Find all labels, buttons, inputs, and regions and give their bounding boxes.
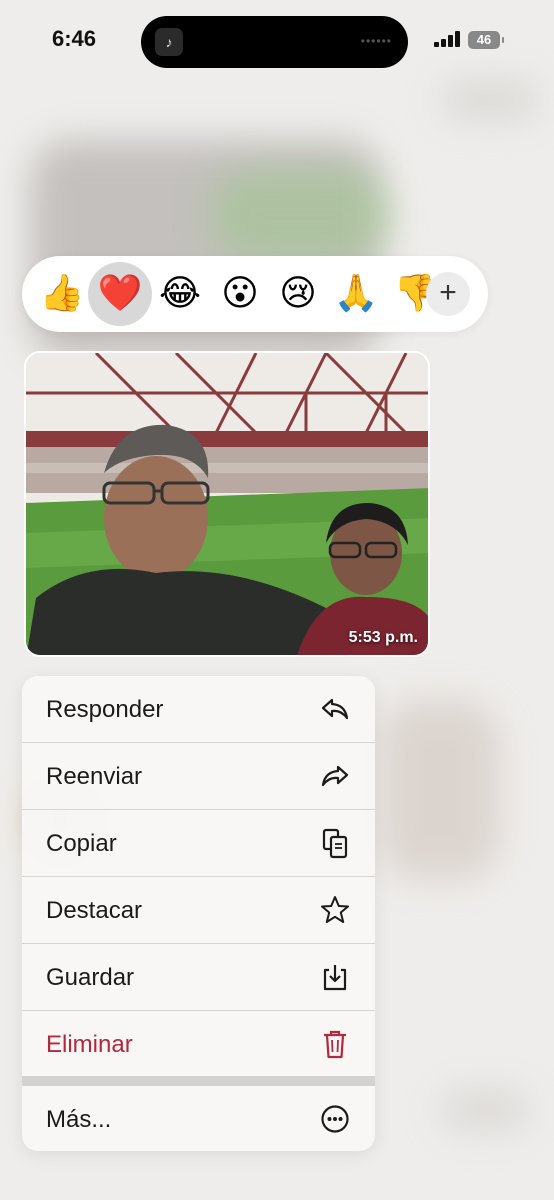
save-icon [323, 965, 347, 991]
cellular-signal-icon [434, 31, 464, 47]
crying-reaction[interactable]: 😢 [266, 262, 330, 326]
menu-item-save[interactable]: Guardar [22, 944, 375, 1011]
stadium-selfie-photo [26, 353, 428, 655]
message-timestamp: 5:53 p.m. [348, 629, 418, 646]
music-app-icon: ♪ [155, 28, 183, 56]
menu-item-copy[interactable]: Copiar [22, 810, 375, 877]
surprised-reaction[interactable]: 😮 [208, 262, 272, 326]
background-blur [210, 170, 390, 260]
menu-item-forward[interactable]: Reenviar [22, 743, 375, 810]
menu-item-label: Guardar [46, 964, 135, 991]
laughing-reaction[interactable]: 😂 [148, 262, 212, 326]
dynamic-island[interactable]: ♪ •••••• [141, 16, 408, 68]
star-icon [321, 896, 349, 923]
reaction-bar: 👍 ❤️ 😂 😮 😢 🙏 👎 + [22, 256, 488, 332]
photo-message[interactable]: 5:53 p.m. [24, 351, 430, 657]
heart-reaction[interactable]: ❤️ [88, 262, 152, 326]
ellipsis-circle-icon [321, 1105, 349, 1133]
menu-item-label: Copiar [46, 830, 117, 857]
menu-item-label: Reenviar [46, 763, 143, 790]
menu-item-reply[interactable]: Responder [22, 676, 375, 743]
reply-icon [321, 698, 349, 720]
audio-waveform-icon: •••••• [360, 34, 392, 48]
menu-item-label: Eliminar [46, 1031, 133, 1058]
menu-item-label: Más... [46, 1106, 112, 1133]
context-menu: Responder Reenviar Copiar Destacar Guard… [22, 676, 375, 1151]
background-blur [380, 700, 500, 880]
menu-item-label: Destacar [46, 897, 143, 924]
menu-item-star[interactable]: Destacar [22, 877, 375, 944]
thumbs-up-reaction[interactable]: 👍 [30, 262, 94, 326]
menu-item-more[interactable]: Más... [22, 1086, 375, 1151]
background-blur [440, 1090, 530, 1130]
pray-reaction[interactable]: 🙏 [324, 262, 388, 326]
battery-icon: 46 [468, 31, 504, 49]
trash-icon [324, 1030, 346, 1059]
add-reaction-button[interactable]: + [426, 272, 470, 316]
menu-separator [22, 1076, 375, 1086]
background-blur [440, 80, 540, 120]
menu-item-label: Responder [46, 696, 164, 723]
copy-icon [322, 828, 348, 859]
status-time: 6:46 [52, 26, 97, 51]
menu-item-delete[interactable]: Eliminar [22, 1011, 375, 1077]
forward-icon [321, 765, 349, 787]
